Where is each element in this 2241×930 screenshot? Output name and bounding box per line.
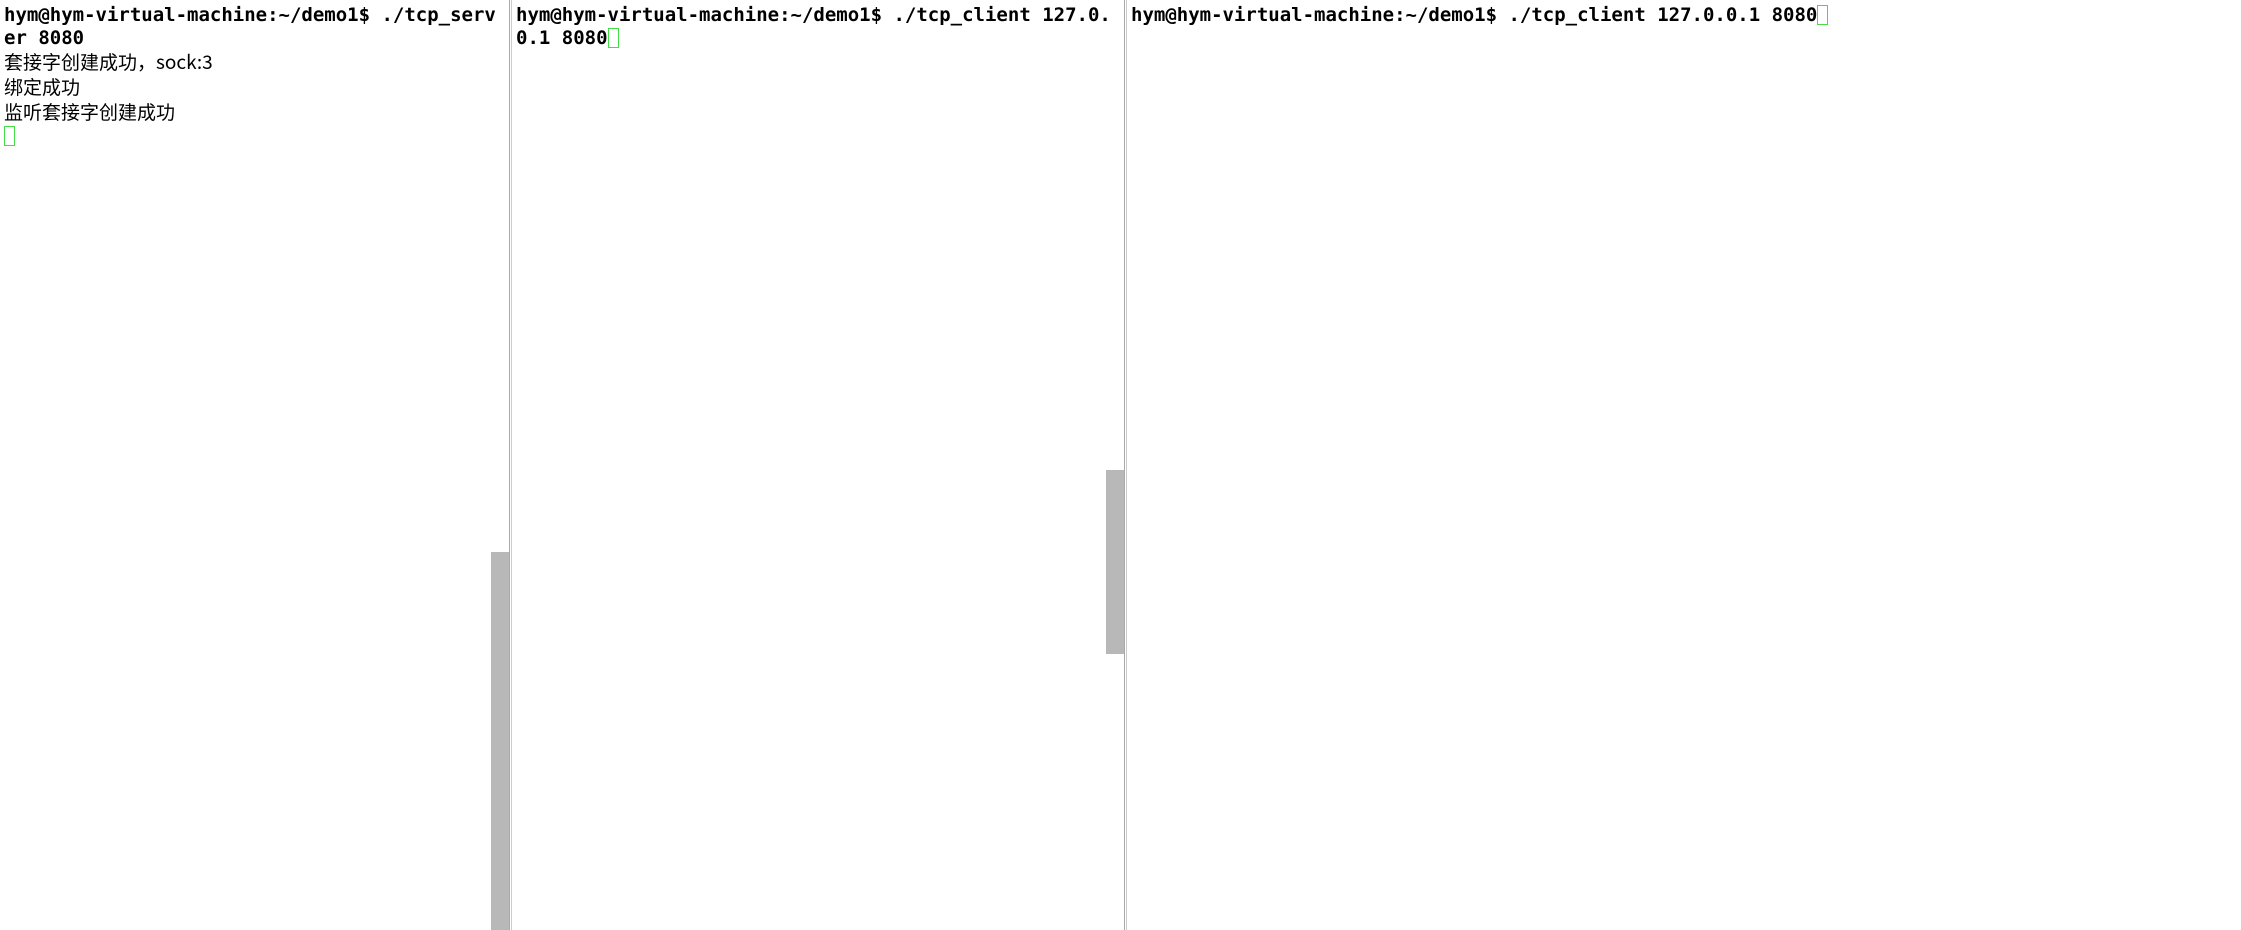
terminal-pane-2[interactable]: hym@hym-virtual-machine:~/demo1$ ./tcp_c… <box>511 0 1125 930</box>
cursor-3 <box>1817 5 1828 25</box>
cursor-1 <box>4 126 15 146</box>
terminal-content-3[interactable]: hym@hym-virtual-machine:~/demo1$ ./tcp_c… <box>1127 0 2241 31</box>
shell-prompt-2: hym@hym-virtual-machine:~/demo1$ <box>516 4 882 26</box>
scrollbar-2[interactable] <box>1106 470 1124 654</box>
terminal-content-1[interactable]: hym@hym-virtual-machine:~/demo1$ ./tcp_s… <box>0 0 509 152</box>
output-line-1: 套接字创建成功，sock:3 <box>4 48 213 75</box>
terminal-content-2[interactable]: hym@hym-virtual-machine:~/demo1$ ./tcp_c… <box>512 0 1124 54</box>
terminal-pane-1[interactable]: hym@hym-virtual-machine:~/demo1$ ./tcp_s… <box>0 0 510 930</box>
output-line-3: 监听套接字创建成功 <box>4 98 175 125</box>
cursor-2 <box>608 28 619 48</box>
terminal-pane-3[interactable]: hym@hym-virtual-machine:~/demo1$ ./tcp_c… <box>1126 0 2241 930</box>
command-3: ./tcp_client 127.0.0.1 8080 <box>1497 4 1817 26</box>
shell-prompt-1: hym@hym-virtual-machine:~/demo1$ <box>4 4 370 26</box>
scrollbar-1[interactable] <box>491 552 509 930</box>
output-line-2: 绑定成功 <box>4 73 80 100</box>
shell-prompt-3: hym@hym-virtual-machine:~/demo1$ <box>1131 4 1497 26</box>
